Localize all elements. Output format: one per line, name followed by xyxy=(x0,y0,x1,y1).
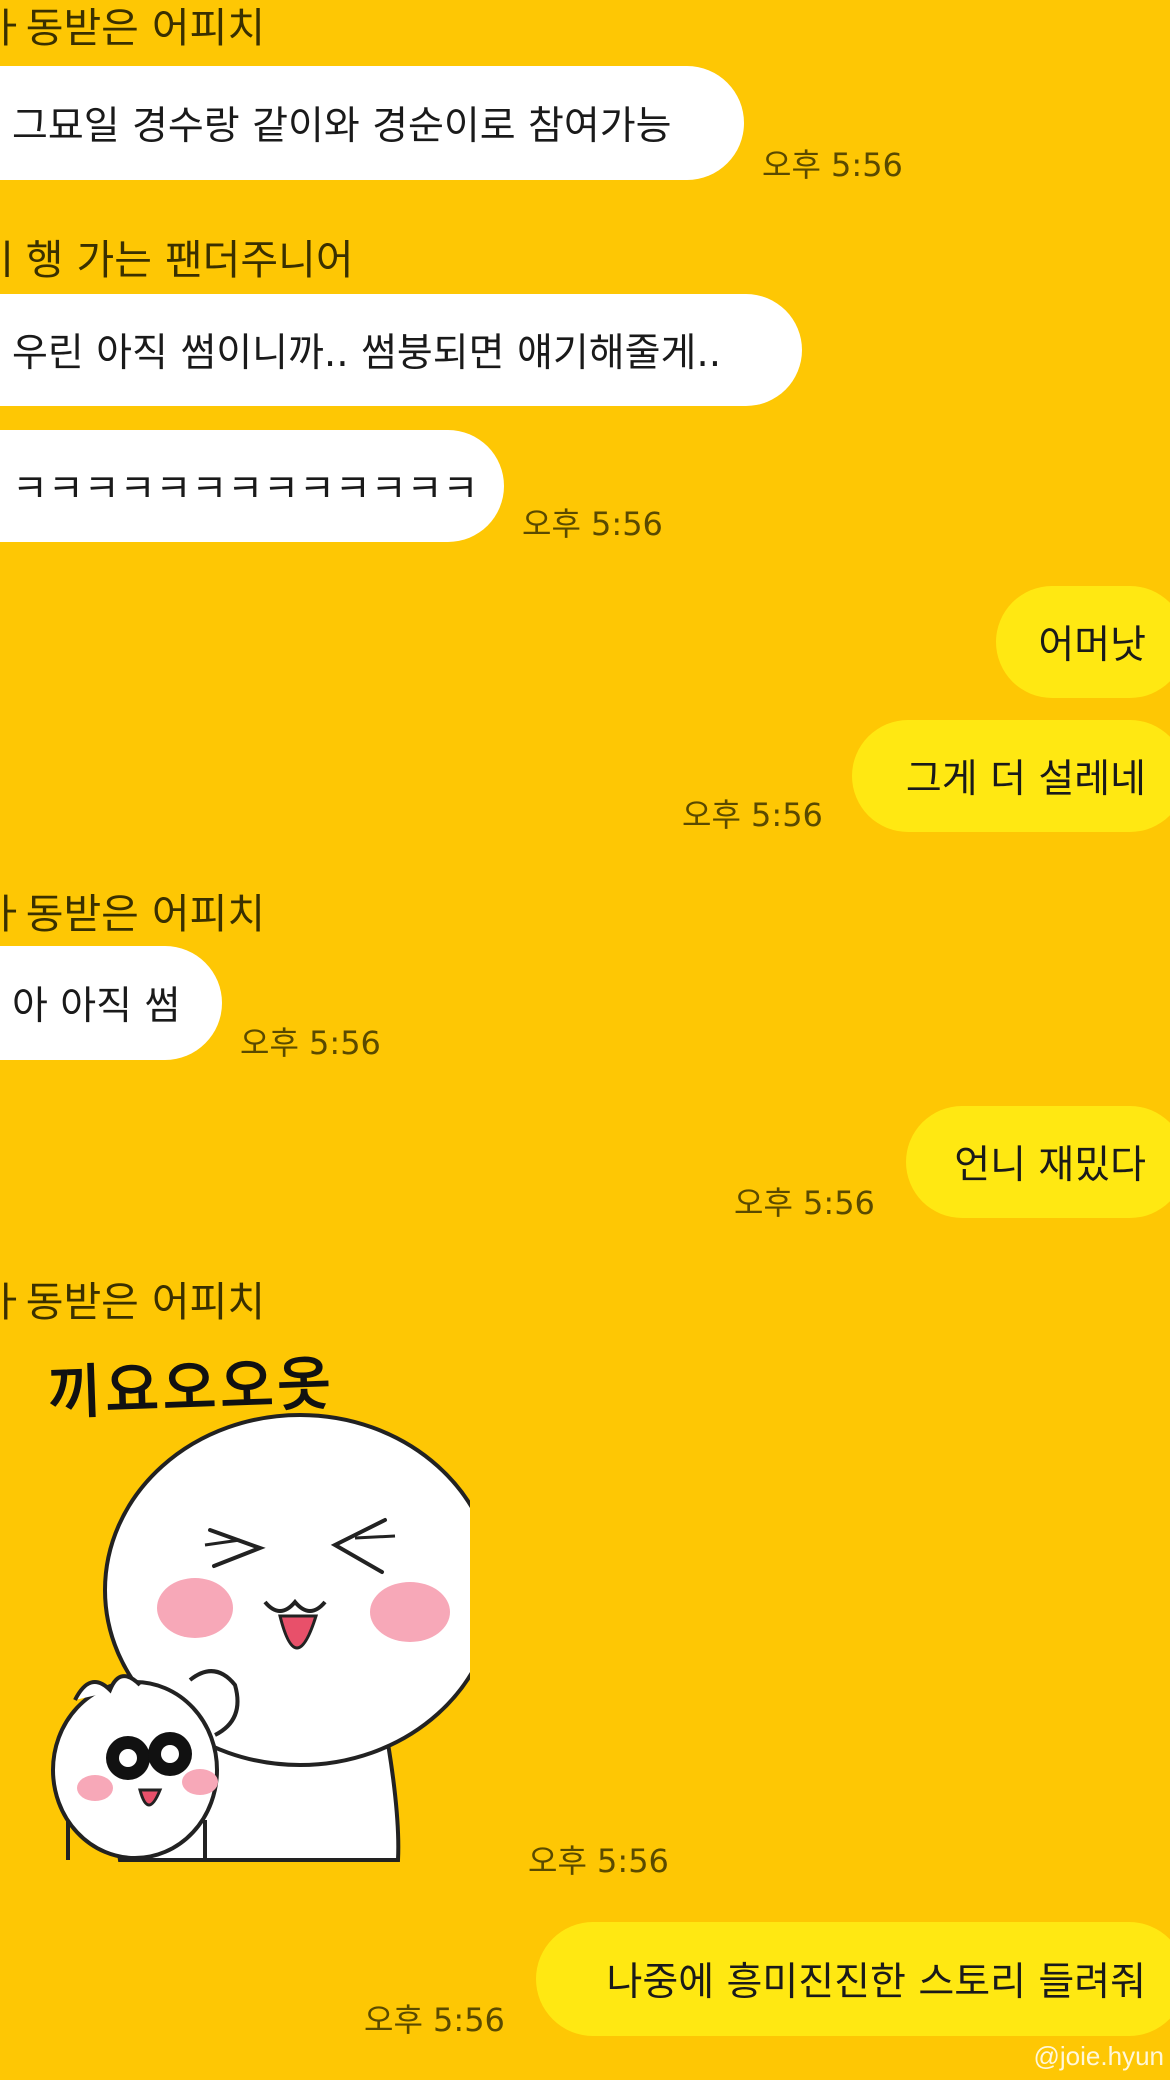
message-timestamp: 오후 5:56 xyxy=(734,1184,875,1222)
incoming-message-bubble[interactable]: ㅋㅋㅋㅋㅋㅋㅋㅋㅋㅋㅋㅋㅋ xyxy=(0,430,504,542)
outgoing-message-bubble[interactable]: 그게 더 설레네 xyxy=(852,720,1170,832)
outgoing-message-bubble[interactable]: 어머낫 xyxy=(996,586,1170,698)
incoming-message-bubble[interactable]: 아 아직 썸 xyxy=(0,946,222,1060)
message-timestamp: 오후 5:56 xyxy=(682,796,823,834)
incoming-message-bubble[interactable]: 그묘일 경수랑 같이와 경순이로 참여가능 xyxy=(0,66,744,180)
incoming-message-bubble[interactable]: 우린 아직 썸이니까.. 썸붕되면 얘기해줄게.. xyxy=(0,294,802,406)
message-timestamp: 오후 5:56 xyxy=(528,1842,669,1880)
watermark: @joie.hyun xyxy=(1033,2041,1164,2071)
outgoing-message-bubble[interactable]: 나중에 흥미진진한 스토리 들려줘 xyxy=(536,1922,1170,2036)
emoticon-sticker[interactable]: 끼요오오옷 xyxy=(0,1340,497,1880)
sender-name: ㅏ동받은 어피치 xyxy=(0,1278,266,1326)
outgoing-message-bubble[interactable]: 언니 재밌다 xyxy=(906,1106,1170,1218)
sender-name: ㅣ행 가는 팬더주니어 xyxy=(0,236,354,284)
peach-character-sticker: 끼요오오옷 xyxy=(47,1349,497,1862)
message-timestamp: 오후 5:56 xyxy=(240,1024,381,1062)
message-timestamp: 오후 5:56 xyxy=(762,146,903,184)
message-timestamp: 오후 5:56 xyxy=(364,2001,505,2039)
message-timestamp: 오후 5:56 xyxy=(522,505,663,543)
sender-name: ㅏ동받은 어피치 xyxy=(0,4,266,52)
sender-name: ㅏ동받은 어피치 xyxy=(0,890,266,938)
